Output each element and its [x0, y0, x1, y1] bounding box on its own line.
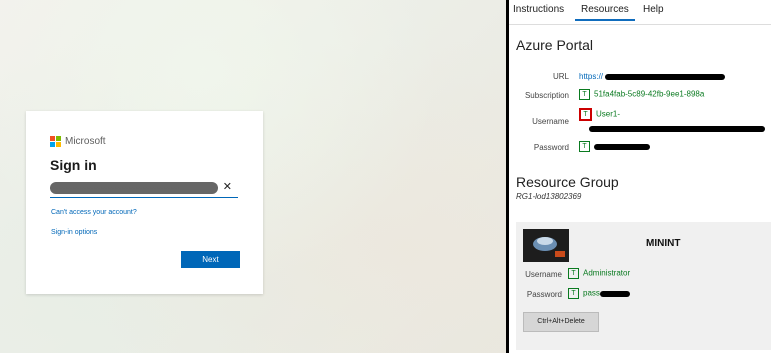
username-redacted [589, 124, 765, 133]
microsoft-logo-icon [50, 136, 61, 147]
type-text-icon[interactable]: T [568, 268, 579, 279]
vm-password-label: Password [526, 290, 562, 299]
username-value[interactable]: T User1- [579, 108, 620, 121]
url-label: URL [552, 72, 569, 81]
signin-title: Sign in [50, 157, 97, 173]
password-label: Password [533, 143, 569, 152]
vm-password-text: pass [583, 288, 600, 298]
type-text-icon[interactable]: T [579, 141, 590, 152]
type-text-icon[interactable]: T [579, 108, 592, 121]
email-value: xxxxxxxxxxxxxxxxxxxxxxxxxxxxxxxxxxxxx [50, 182, 218, 194]
type-text-icon[interactable]: T [568, 288, 579, 299]
subscription-value[interactable]: T 51fa4fab-5c89-42fb-9ee1-898a [579, 89, 704, 100]
redaction-mark [589, 125, 765, 132]
email-field[interactable]: xxxxxxxxxxxxxxxxxxxxxxxxxxxxxxxxxxxxx ✕ [50, 179, 238, 198]
type-text-icon[interactable]: T [579, 89, 590, 100]
tab-resources[interactable]: Resources [575, 4, 635, 21]
resource-group-id: RG1-lod13802369 [516, 192, 582, 201]
redaction-mark [605, 73, 726, 80]
browser-viewport: Microsoft Sign in xxxxxxxxxxxxxxxxxxxxxx… [0, 0, 506, 353]
username-label: Username [532, 117, 569, 126]
lab-panel: Instructions Resources Help Azure Portal… [509, 0, 771, 353]
next-button[interactable]: Next [181, 251, 240, 268]
redaction-mark [594, 143, 650, 150]
ctrl-alt-delete-button[interactable]: Ctrl+Alt+Delete [523, 312, 599, 332]
vm-card: MININT Username T Administrator Password … [516, 222, 771, 350]
redaction-mark [599, 290, 630, 297]
vm-username-text: Administrator [583, 268, 631, 278]
cant-access-link[interactable]: Can't access your account? [51, 209, 137, 216]
signin-card: Microsoft Sign in xxxxxxxxxxxxxxxxxxxxxx… [26, 111, 263, 294]
vm-username-label: Username [525, 270, 562, 279]
vm-name: MININT [646, 238, 681, 249]
azure-portal-title: Azure Portal [516, 37, 594, 53]
password-value[interactable]: T [579, 141, 650, 152]
tab-bar: Instructions Resources Help [509, 0, 771, 25]
vm-password-value[interactable]: Tpass [568, 288, 630, 299]
username-text: User1- [596, 109, 621, 119]
subscription-text: 51fa4fab-5c89-42fb-9ee1-898a [594, 89, 705, 99]
clear-icon[interactable]: ✕ [223, 180, 232, 193]
resources-content: Azure Portal URL https:// Subscription T… [509, 25, 771, 353]
tab-instructions[interactable]: Instructions [513, 4, 564, 15]
vm-desktop-icon [523, 229, 569, 262]
url-value[interactable]: https:// [579, 72, 726, 81]
microsoft-logo: Microsoft [50, 136, 106, 147]
url-text: https:// [579, 72, 604, 81]
subscription-label: Subscription [524, 91, 569, 100]
vm-thumbnail[interactable] [523, 229, 569, 262]
brand-name: Microsoft [65, 136, 106, 147]
tab-help[interactable]: Help [643, 4, 664, 15]
vm-username-value[interactable]: T Administrator [568, 268, 630, 279]
resource-group-title: Resource Group [516, 174, 619, 190]
signin-options-link[interactable]: Sign-in options [51, 229, 97, 236]
